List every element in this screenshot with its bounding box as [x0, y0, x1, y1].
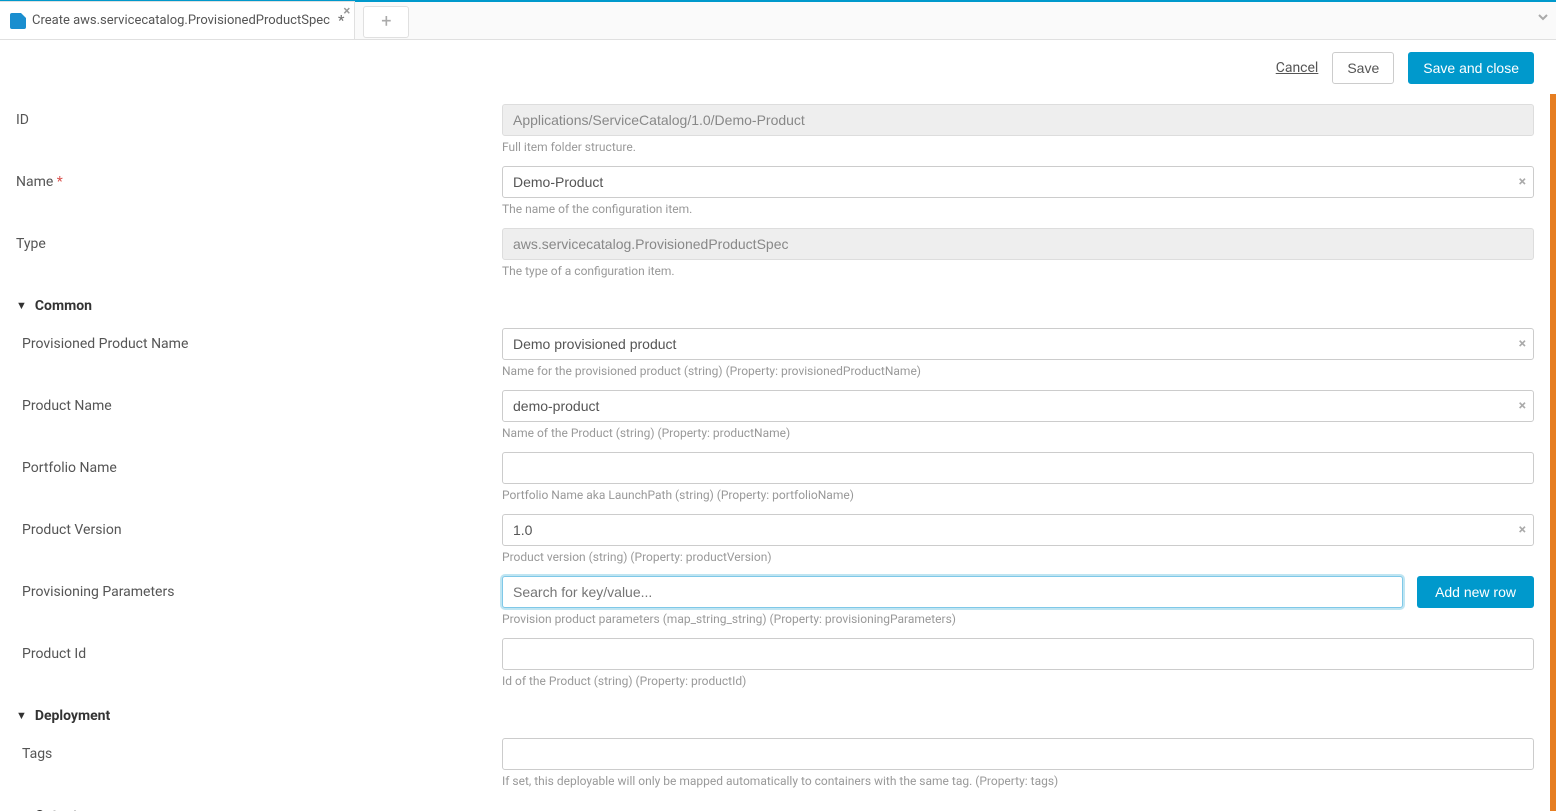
- tags-hint: If set, this deployable will only be map…: [502, 774, 1534, 788]
- tab-create-spec[interactable]: Create aws.servicecatalog.ProvisionedPro…: [0, 1, 355, 39]
- provisioned-product-name-hint: Name for the provisioned product (string…: [502, 364, 1534, 378]
- portfolio-name-input[interactable]: [502, 452, 1534, 484]
- type-input: [502, 228, 1534, 260]
- tags-input[interactable]: [502, 738, 1534, 770]
- section-deployment-title: Deployment: [35, 708, 110, 724]
- form-container: ID Full item folder structure. Name * × …: [0, 94, 1556, 811]
- type-hint: The type of a configuration item.: [502, 264, 1534, 278]
- product-name-label: Product Name: [16, 390, 502, 414]
- chevron-down-icon: ▼: [16, 709, 27, 722]
- clear-product-name-icon[interactable]: ×: [1519, 398, 1526, 414]
- right-accent-bar: [1550, 94, 1556, 811]
- name-input[interactable]: [502, 166, 1534, 198]
- cancel-button[interactable]: Cancel: [1276, 60, 1319, 76]
- expand-tabs-icon[interactable]: [1536, 10, 1550, 27]
- field-provisioned-product-name: Provisioned Product Name × Name for the …: [16, 322, 1534, 384]
- name-label: Name: [16, 174, 53, 190]
- field-product-id: Product Id Id of the Product (string) (P…: [16, 632, 1534, 694]
- portfolio-name-label: Portfolio Name: [16, 452, 502, 476]
- provisioned-product-name-label: Provisioned Product Name: [16, 328, 502, 352]
- section-deployment-body: Tags If set, this deployable will only b…: [16, 732, 1534, 794]
- section-common-title: Common: [35, 298, 92, 314]
- document-icon: [10, 13, 26, 29]
- product-version-label: Product Version: [16, 514, 502, 538]
- product-id-hint: Id of the Product (string) (Property: pr…: [502, 674, 1534, 688]
- type-label: Type: [16, 228, 502, 252]
- clear-name-icon[interactable]: ×: [1519, 174, 1526, 190]
- field-product-version: Product Version × Product version (strin…: [16, 508, 1534, 570]
- id-label: ID: [16, 104, 502, 128]
- close-tab-icon[interactable]: ×: [343, 4, 350, 19]
- clear-provisioned-product-name-icon[interactable]: ×: [1519, 336, 1526, 352]
- save-and-close-button[interactable]: Save and close: [1408, 52, 1534, 84]
- add-new-row-button[interactable]: Add new row: [1417, 576, 1534, 608]
- section-common-body: Provisioned Product Name × Name for the …: [16, 322, 1534, 694]
- name-hint: The name of the configuration item.: [502, 202, 1534, 216]
- save-button[interactable]: Save: [1332, 52, 1394, 84]
- portfolio-name-hint: Portfolio Name aka LaunchPath (string) (…: [502, 488, 1534, 502]
- field-id: ID Full item folder structure.: [16, 98, 1534, 160]
- field-provisioning-parameters: Provisioning Parameters Add new row Prov…: [16, 570, 1534, 632]
- provisioning-parameters-search-input[interactable]: [502, 576, 1403, 608]
- product-name-input[interactable]: [502, 390, 1534, 422]
- tags-label: Tags: [16, 738, 502, 762]
- id-input: [502, 104, 1534, 136]
- product-id-label: Product Id: [16, 638, 502, 662]
- provisioning-parameters-hint: Provision product parameters (map_string…: [502, 612, 1534, 626]
- required-star-icon: *: [57, 174, 63, 190]
- section-output-header[interactable]: ▼ Output: [16, 798, 1534, 811]
- product-version-hint: Product version (string) (Property: prod…: [502, 550, 1534, 564]
- tab-title: Create aws.servicecatalog.ProvisionedPro…: [32, 13, 330, 28]
- product-version-input[interactable]: [502, 514, 1534, 546]
- tabs-bar: Create aws.servicecatalog.ProvisionedPro…: [0, 2, 1556, 40]
- field-name: Name * × The name of the configuration i…: [16, 160, 1534, 222]
- section-deployment-header[interactable]: ▼ Deployment: [16, 698, 1534, 732]
- add-tab-button[interactable]: +: [363, 6, 409, 38]
- field-portfolio-name: Portfolio Name Portfolio Name aka Launch…: [16, 446, 1534, 508]
- provisioned-product-name-input[interactable]: [502, 328, 1534, 360]
- product-id-input[interactable]: [502, 638, 1534, 670]
- product-name-hint: Name of the Product (string) (Property: …: [502, 426, 1534, 440]
- field-tags: Tags If set, this deployable will only b…: [16, 732, 1534, 794]
- chevron-down-icon: ▼: [16, 299, 27, 312]
- section-common-header[interactable]: ▼ Common: [16, 288, 1534, 322]
- id-hint: Full item folder structure.: [502, 140, 1534, 154]
- provisioning-parameters-label: Provisioning Parameters: [16, 576, 502, 600]
- action-bar: Cancel Save Save and close: [0, 40, 1556, 94]
- field-product-name: Product Name × Name of the Product (stri…: [16, 384, 1534, 446]
- clear-product-version-icon[interactable]: ×: [1519, 522, 1526, 538]
- field-type: Type The type of a configuration item.: [16, 222, 1534, 284]
